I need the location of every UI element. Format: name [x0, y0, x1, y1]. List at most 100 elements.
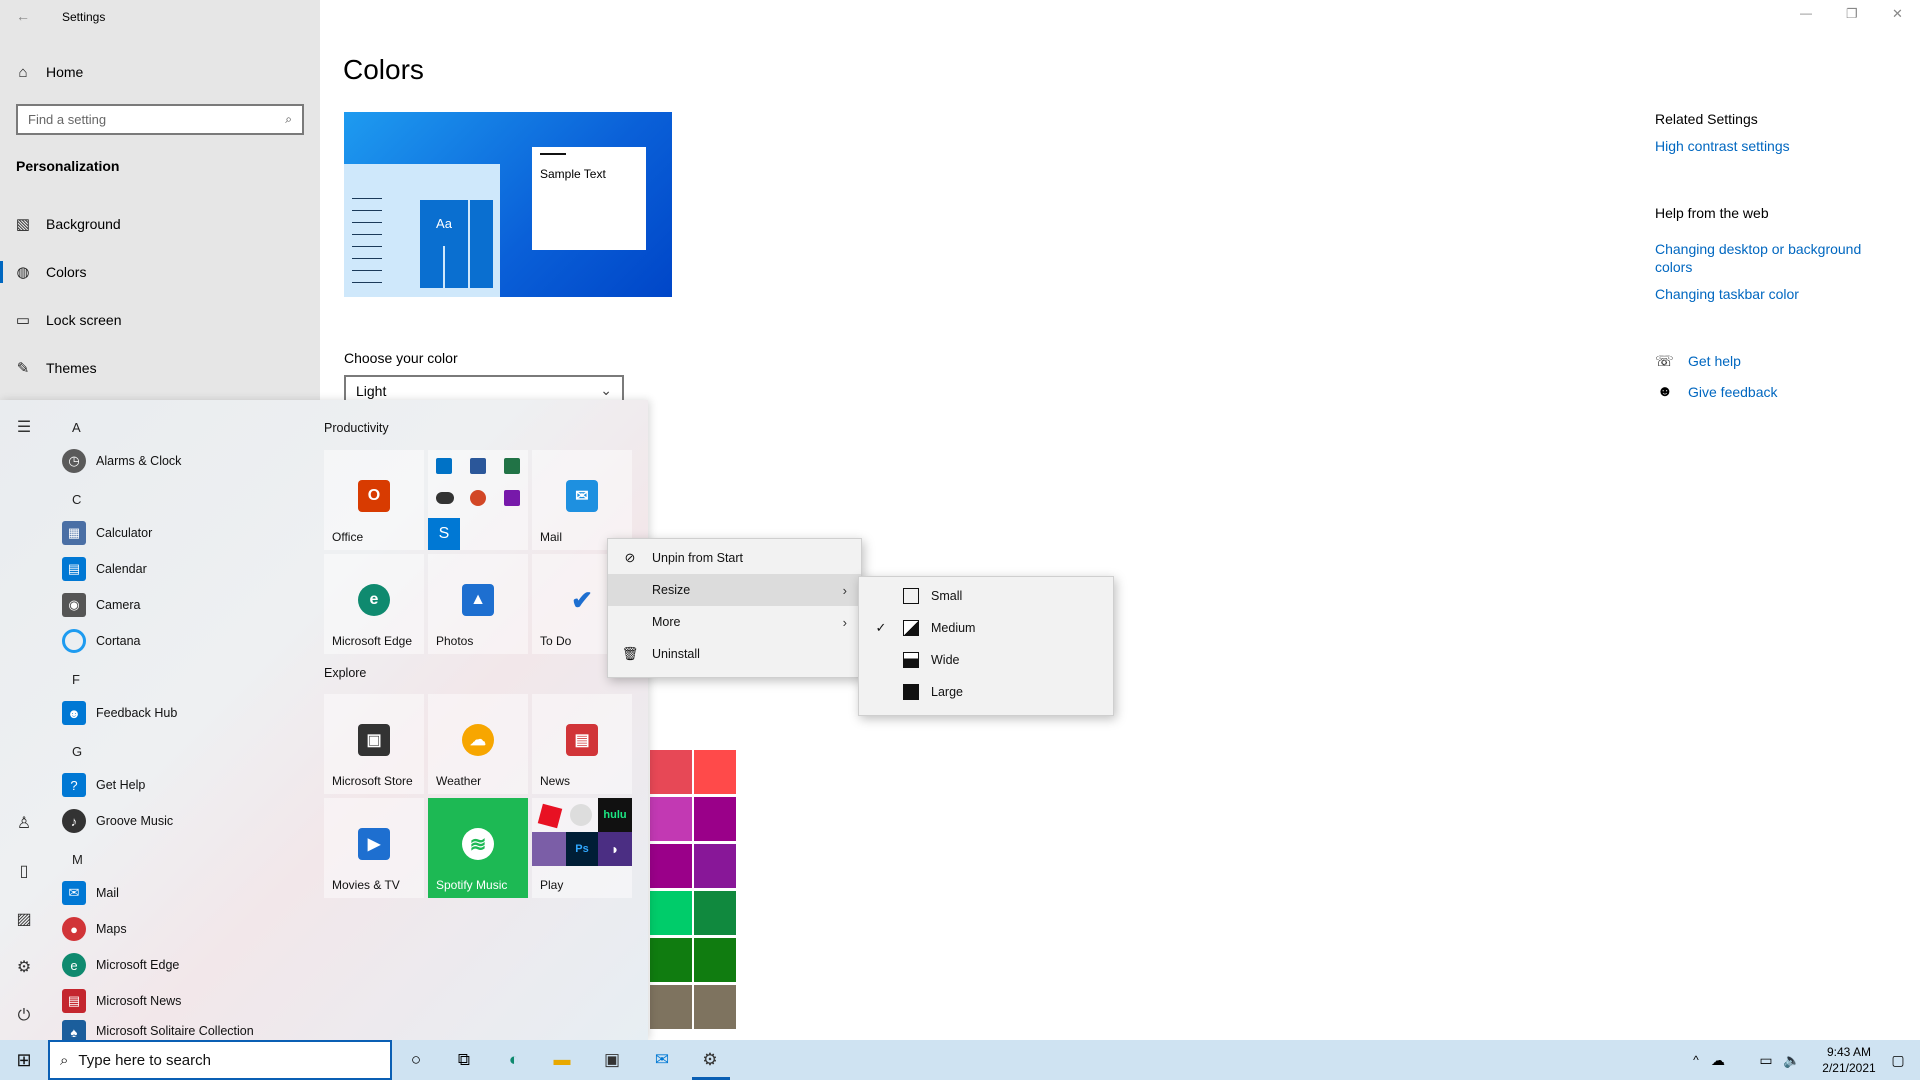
pictures-icon[interactable]: ▨: [12, 908, 36, 932]
mail-icon[interactable]: ✉: [648, 1046, 676, 1074]
color-swatch[interactable]: [650, 985, 692, 1029]
minimize-button[interactable]: —: [1800, 6, 1812, 20]
clock[interactable]: 9:43 AM 2/21/2021: [1810, 1044, 1888, 1076]
sidebar-item-background[interactable]: ▧ Background: [0, 202, 320, 246]
color-swatch[interactable]: [694, 938, 736, 982]
sidebar-item-home[interactable]: ⌂ Home: [0, 50, 320, 94]
menu-item-label: More: [652, 615, 681, 629]
settings-gear-icon[interactable]: ⚙: [696, 1046, 724, 1074]
user-icon[interactable]: ♙: [12, 812, 36, 836]
app-get-help[interactable]: ? Get Help: [62, 768, 145, 802]
tile-photos[interactable]: ▲ Photos: [428, 554, 528, 654]
color-swatch[interactable]: [694, 797, 736, 841]
volume-icon[interactable]: 🔈: [1778, 1046, 1806, 1074]
store-bag-icon: ▣: [358, 724, 390, 756]
resize-submenu: Small ✓ Medium Wide Large: [858, 576, 1114, 716]
onedrive-icon: [436, 492, 454, 504]
brush-icon: ✎: [16, 360, 30, 377]
spotify-icon: ≋: [462, 828, 494, 860]
settings-gear-icon[interactable]: ⚙: [12, 956, 36, 980]
tile-news[interactable]: ▤ News: [532, 694, 632, 794]
close-button[interactable]: ✕: [1892, 6, 1903, 22]
app-label: Get Help: [96, 778, 146, 792]
tile-movies-tv[interactable]: ▶ Movies & TV: [324, 798, 424, 898]
app-group-letter[interactable]: C: [72, 492, 81, 507]
high-contrast-link[interactable]: High contrast settings: [1655, 138, 1790, 154]
network-icon[interactable]: ▭: [1752, 1046, 1780, 1074]
tile-office[interactable]: O Office: [324, 450, 424, 550]
taskbar-search-box[interactable]: ⌕ Type here to search: [48, 1040, 392, 1080]
tile-play-folder[interactable]: hulu Ps ◗ Play: [532, 798, 632, 898]
get-help-icon: ?: [62, 773, 86, 797]
tile-microsoft-store[interactable]: ▣ Microsoft Store: [324, 694, 424, 794]
tile-label: Mail: [540, 530, 563, 544]
give-feedback-link[interactable]: Give feedback: [1688, 384, 1778, 400]
help-link-desktop-colors[interactable]: Changing desktop or background colors: [1655, 240, 1880, 276]
tile-mail[interactable]: ✉ Mail: [532, 450, 632, 550]
resize-option-large[interactable]: Large: [859, 676, 1113, 708]
color-swatch[interactable]: [650, 891, 692, 935]
size-wide-icon: [903, 652, 919, 668]
file-explorer-icon[interactable]: ▬: [548, 1046, 576, 1074]
app-group-letter[interactable]: A: [72, 420, 81, 435]
cortana-circle-icon[interactable]: ○: [402, 1046, 430, 1074]
resize-option-medium[interactable]: ✓ Medium: [859, 612, 1113, 644]
hamburger-icon[interactable]: ☰: [12, 416, 36, 440]
color-swatch[interactable]: [650, 797, 692, 841]
app-alarms-clock[interactable]: ◷ Alarms & Clock: [62, 444, 181, 478]
windows-start-icon[interactable]: ⊞: [10, 1046, 38, 1074]
color-swatch[interactable]: [650, 750, 692, 794]
color-swatch[interactable]: [650, 844, 692, 888]
sidebar-item-lock-screen[interactable]: ▭ Lock screen: [0, 298, 320, 342]
restore-button[interactable]: ❐: [1846, 6, 1858, 22]
app-microsoft-news[interactable]: ▤ Microsoft News: [62, 984, 181, 1018]
color-swatch[interactable]: [650, 938, 692, 982]
tile-label: Movies & TV: [332, 878, 400, 892]
back-arrow-icon[interactable]: ←: [16, 8, 30, 24]
edge-icon[interactable]: ◐: [500, 1046, 528, 1074]
app-camera[interactable]: ◉ Camera: [62, 588, 140, 622]
menu-item-resize[interactable]: Resize ›: [608, 574, 861, 606]
app-calendar[interactable]: ▤ Calendar: [62, 552, 147, 586]
app-groove-music[interactable]: ♪ Groove Music: [62, 804, 173, 838]
app-calculator[interactable]: ▦ Calculator: [62, 516, 152, 550]
tile-office-apps-folder[interactable]: S: [428, 450, 528, 550]
color-swatch[interactable]: [694, 844, 736, 888]
sidebar-item-themes[interactable]: ✎ Themes: [0, 346, 320, 390]
menu-item-more[interactable]: More ›: [608, 606, 861, 638]
task-view-icon[interactable]: ⧉: [450, 1046, 478, 1074]
sidebar-item-colors[interactable]: ◍ Colors: [0, 250, 320, 294]
photoshop-icon: Ps: [566, 832, 598, 866]
app-maps[interactable]: ● Maps: [62, 912, 127, 946]
power-icon[interactable]: ⏻: [12, 1004, 36, 1028]
app-feedback-hub[interactable]: ☻ Feedback Hub: [62, 696, 177, 730]
help-link-taskbar-color[interactable]: Changing taskbar color: [1655, 286, 1799, 302]
app-group-letter[interactable]: F: [72, 672, 80, 687]
find-setting-input[interactable]: Find a setting ⌕: [16, 104, 304, 135]
color-swatch[interactable]: [694, 750, 736, 794]
get-help-link[interactable]: Get help: [1688, 353, 1741, 369]
size-medium-icon: [903, 620, 919, 636]
group-explore-label: Explore: [324, 666, 367, 680]
tile-weather[interactable]: ☁ Weather: [428, 694, 528, 794]
edge-icon: e: [358, 584, 390, 616]
app-cortana[interactable]: Cortana: [62, 624, 140, 658]
resize-option-wide[interactable]: Wide: [859, 644, 1113, 676]
menu-item-uninstall[interactable]: 🗑 Uninstall: [608, 638, 861, 670]
tile-microsoft-edge[interactable]: e Microsoft Edge: [324, 554, 424, 654]
app-group-letter[interactable]: G: [72, 744, 82, 759]
app-group-letter[interactable]: M: [72, 852, 83, 867]
onedrive-icon[interactable]: ☁: [1704, 1046, 1732, 1074]
color-swatch[interactable]: [694, 985, 736, 1029]
color-swatch[interactable]: [694, 891, 736, 935]
tile-spotify-music[interactable]: ≋ Spotify Music: [428, 798, 528, 898]
notification-icon[interactable]: ▢: [1884, 1046, 1912, 1074]
app-microsoft-edge[interactable]: e Microsoft Edge: [62, 948, 179, 982]
app-solitaire[interactable]: ♠ Microsoft Solitaire Collection: [62, 1020, 254, 1040]
menu-item-unpin[interactable]: ⊘ Unpin from Start: [608, 542, 861, 574]
app-mail[interactable]: ✉ Mail: [62, 876, 119, 910]
resize-option-small[interactable]: Small: [859, 580, 1113, 612]
documents-icon[interactable]: ▯: [12, 860, 36, 884]
store-bag-icon[interactable]: ▣: [598, 1046, 626, 1074]
tile-label: Office: [332, 530, 364, 544]
